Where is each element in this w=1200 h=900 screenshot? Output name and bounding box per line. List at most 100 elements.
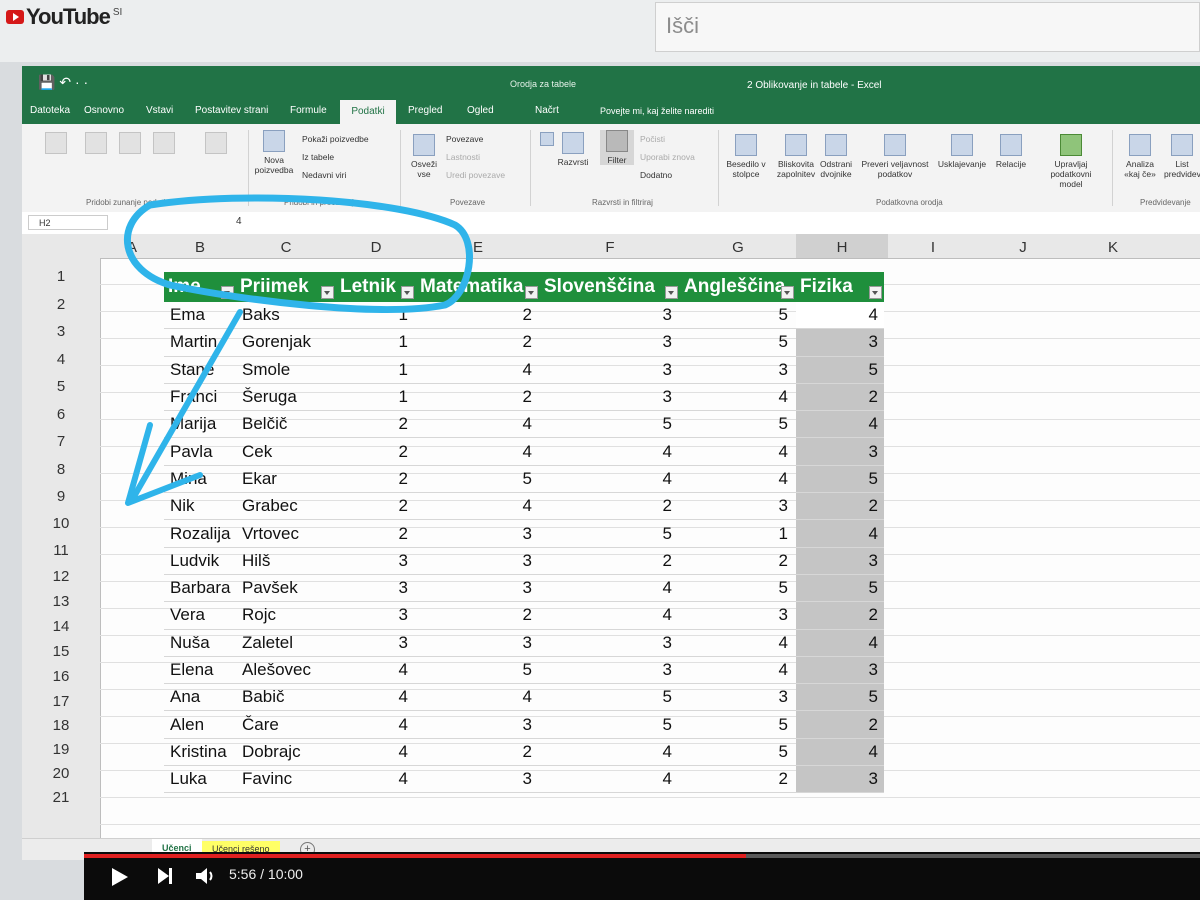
besedilo-v-stolpce-button[interactable]: Besedilo v stolpce [722,134,770,179]
filter-dropdown-icon[interactable] [321,286,334,299]
table-cell[interactable]: 4 [336,710,416,739]
table-cell[interactable]: Rojc [236,601,336,630]
table-cell[interactable]: 2 [796,710,884,739]
header-anglescina[interactable]: Angleščina [680,272,796,302]
lastnosti-button[interactable]: Lastnosti [446,152,480,162]
filter-dropdown-icon[interactable] [869,286,882,299]
row-header[interactable]: 14 [22,618,100,635]
tab-datoteka[interactable]: Datoteka [30,105,70,116]
pokazi-poizvedbe-button[interactable]: Pokaži poizvedbe [302,134,369,144]
header-letnik[interactable]: Letnik [336,272,416,302]
table-cell[interactable]: 2 [796,492,884,521]
table-cell[interactable]: 4 [540,601,680,630]
table-cell[interactable]: Dobrajc [236,738,336,767]
table-cell[interactable]: 5 [540,410,680,439]
row-header[interactable]: 8 [22,461,100,478]
table-cell[interactable]: 5 [416,656,540,685]
row-header[interactable]: 20 [22,765,100,782]
row-header[interactable]: 7 [22,433,100,450]
row-header[interactable]: 4 [22,351,100,368]
table-cell[interactable]: 4 [540,765,680,794]
table-cell[interactable]: Stane [164,356,236,384]
row-header[interactable]: 21 [22,789,100,806]
table-cell[interactable]: 3 [680,356,796,384]
other-sources-button[interactable] [144,132,184,157]
table-cell[interactable]: 3 [540,356,680,384]
uporabi-znova-button[interactable]: Uporabi znova [640,152,695,162]
column-header[interactable]: H [796,234,888,258]
row-header[interactable]: 10 [22,515,100,532]
table-cell[interactable]: 3 [540,328,680,357]
column-header[interactable]: A [100,234,164,258]
dodatno-button[interactable]: Dodatno [640,170,672,180]
table-cell[interactable]: Nik [164,492,236,521]
uredi-povezave-button[interactable]: Uredi povezave [446,170,505,180]
table-cell[interactable]: 4 [416,683,540,712]
filter-button[interactable]: Filter [600,130,634,165]
filter-dropdown-icon[interactable] [525,286,538,299]
table-cell[interactable]: 5 [796,683,884,712]
column-header[interactable]: I [888,234,978,258]
table-cell[interactable]: 4 [336,683,416,712]
table-cell[interactable]: 3 [540,302,680,330]
table-cell[interactable]: 2 [796,601,884,630]
row-header[interactable]: 19 [22,741,100,758]
tab-formule[interactable]: Formule [290,105,327,116]
table-cell[interactable]: 4 [796,519,884,548]
table-cell[interactable]: 3 [796,656,884,685]
header-slovenscina[interactable]: Slovenščina [540,272,680,302]
table-cell[interactable]: Alen [164,710,236,739]
table-cell[interactable]: 2 [336,519,416,548]
table-cell[interactable]: 2 [680,765,796,794]
progress-bar[interactable] [84,854,1200,858]
filter-dropdown-icon[interactable] [781,286,794,299]
table-cell[interactable]: 3 [796,437,884,466]
table-cell[interactable]: 4 [540,465,680,494]
table-cell[interactable]: 5 [540,519,680,548]
row-header[interactable]: 18 [22,717,100,734]
table-cell[interactable]: 3 [680,601,796,630]
row-header[interactable]: 12 [22,568,100,585]
analiza-button[interactable]: Analiza «kaj če» [1118,134,1162,179]
column-header[interactable]: B [164,234,236,258]
table-cell[interactable]: Zaletel [236,629,336,657]
column-header[interactable]: J [978,234,1068,258]
table-cell[interactable]: 2 [540,492,680,521]
tab-ogled[interactable]: Ogled [467,105,494,116]
table-cell[interactable]: Šeruga [236,383,336,412]
table-cell[interactable]: 4 [416,356,540,384]
table-cell[interactable]: Barbara [164,574,236,603]
table-cell[interactable]: Favinc [236,765,336,794]
tab-vstavi[interactable]: Vstavi [146,105,173,116]
table-cell[interactable]: Pavla [164,437,236,466]
table-cell[interactable]: 2 [336,410,416,439]
play-icon[interactable] [112,868,128,886]
table-cell[interactable]: Ekar [236,465,336,494]
row-header[interactable]: 13 [22,593,100,610]
table-cell[interactable]: 3 [796,765,884,794]
bliskovita-button[interactable]: Bliskovita zapolnitev [774,134,818,179]
volume-icon[interactable] [194,866,216,886]
table-cell[interactable]: Smole [236,356,336,384]
table-cell[interactable]: 2 [336,437,416,466]
table-cell[interactable]: 4 [680,656,796,685]
table-cell[interactable]: 5 [680,302,796,330]
tell-me-search[interactable]: Povejte mi, kaj želite narediti [600,106,714,116]
tab-podatki[interactable]: Podatki [340,100,396,125]
odstrani-dvojnike-button[interactable]: Odstrani dvojnike [818,134,854,179]
table-cell[interactable]: 3 [416,574,540,603]
column-header[interactable]: D [336,234,416,258]
header-ime[interactable]: Ime [164,272,236,302]
column-header[interactable]: C [236,234,336,258]
relacije-button[interactable]: Relacije [992,134,1030,169]
name-box[interactable]: H2 [28,215,108,230]
tab-pregled[interactable]: Pregled [408,105,442,116]
table-cell[interactable]: 4 [796,738,884,767]
header-matematika[interactable]: Matematika [416,272,540,302]
table-cell[interactable]: 3 [416,710,540,739]
table-cell[interactable]: 4 [540,738,680,767]
table-cell[interactable]: 5 [680,738,796,767]
row-header[interactable]: 2 [22,296,100,313]
table-cell[interactable]: 5 [796,574,884,603]
table-cell[interactable]: Pavšek [236,574,336,603]
